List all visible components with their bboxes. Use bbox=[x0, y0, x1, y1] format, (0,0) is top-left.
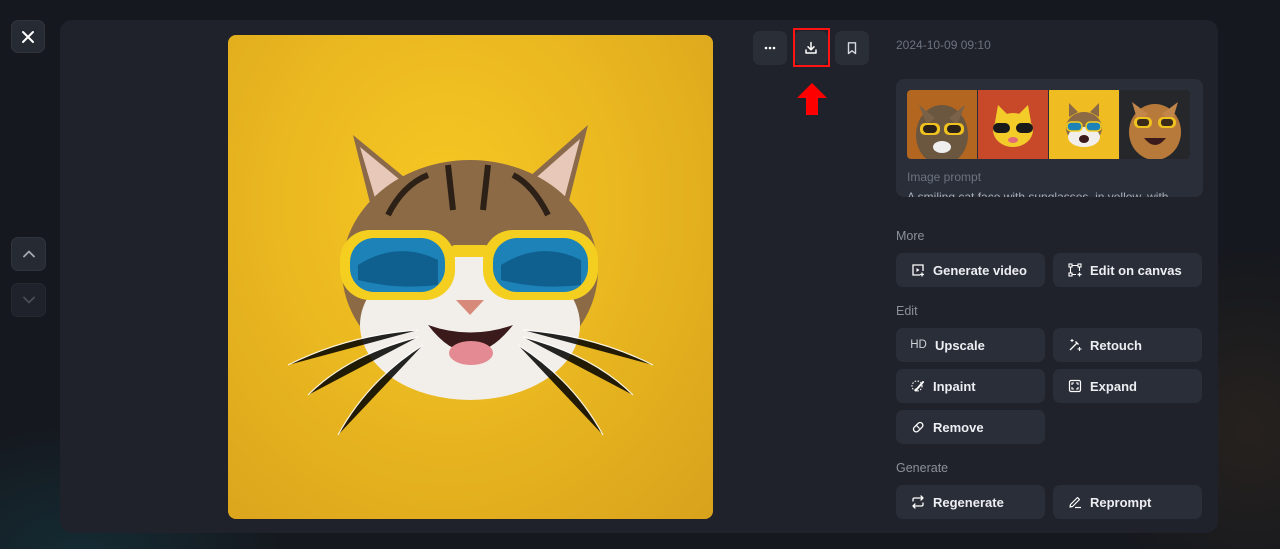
prompt-card: Image prompt A smiling cat face with sun… bbox=[896, 79, 1203, 197]
thumbnail-4[interactable] bbox=[1120, 90, 1190, 159]
generate-video-button[interactable]: Generate video bbox=[896, 253, 1045, 287]
hd-icon: HD bbox=[910, 339, 927, 351]
retouch-button[interactable]: Retouch bbox=[1053, 328, 1202, 362]
thumbnail-1[interactable] bbox=[907, 90, 977, 159]
thumbnail-image bbox=[1120, 90, 1190, 159]
chevron-up-icon bbox=[22, 250, 35, 258]
download-icon bbox=[805, 41, 817, 54]
close-icon bbox=[22, 30, 34, 43]
reprompt-label: Reprompt bbox=[1090, 494, 1152, 510]
generate-video-label: Generate video bbox=[933, 262, 1027, 278]
upscale-label: Upscale bbox=[935, 337, 985, 353]
repeat-icon bbox=[911, 495, 924, 509]
chevron-down-icon bbox=[22, 296, 35, 304]
more-options-button[interactable] bbox=[753, 31, 787, 65]
section-label-more: More bbox=[896, 229, 925, 243]
reprompt-button[interactable]: Reprompt bbox=[1053, 485, 1202, 519]
next-image-button[interactable] bbox=[11, 283, 46, 317]
prompt-text: A smiling cat face with sunglasses, in y… bbox=[907, 190, 1169, 197]
thumbnail-2[interactable] bbox=[978, 90, 1048, 159]
regenerate-label: Regenerate bbox=[933, 494, 1004, 510]
close-button[interactable] bbox=[11, 20, 45, 53]
main-image bbox=[228, 35, 713, 519]
thumbnail-image bbox=[978, 90, 1048, 159]
expand-button[interactable]: Expand bbox=[1053, 369, 1202, 403]
bookmark-button[interactable] bbox=[835, 31, 869, 65]
timestamp: 2024-10-09 09:10 bbox=[896, 38, 991, 52]
section-label-edit: Edit bbox=[896, 304, 918, 318]
retouch-label: Retouch bbox=[1090, 337, 1142, 353]
thumbnail-image bbox=[1049, 90, 1119, 159]
eraser-icon bbox=[912, 421, 924, 433]
more-horizontal-icon bbox=[764, 46, 776, 50]
edit-on-canvas-button[interactable]: Edit on canvas bbox=[1053, 253, 1202, 287]
remove-button[interactable]: Remove bbox=[896, 410, 1045, 444]
magic-wand-icon bbox=[1069, 339, 1081, 351]
thumbnail-strip bbox=[907, 90, 1190, 159]
upscale-button[interactable]: HD Upscale bbox=[896, 328, 1045, 362]
inpaint-label: Inpaint bbox=[933, 378, 976, 394]
expand-label: Expand bbox=[1090, 378, 1137, 394]
thumbnail-3[interactable] bbox=[1049, 90, 1119, 159]
pencil-icon bbox=[1068, 496, 1081, 509]
inpaint-button[interactable]: Inpaint bbox=[896, 369, 1045, 403]
expand-icon bbox=[1068, 379, 1081, 393]
bookmark-icon bbox=[847, 42, 857, 55]
red-arrow-annotation-icon bbox=[797, 83, 827, 115]
previous-image-button[interactable] bbox=[11, 237, 46, 271]
brush-lasso-icon bbox=[910, 380, 924, 392]
section-label-generate: Generate bbox=[896, 461, 949, 475]
prompt-label: Image prompt bbox=[907, 170, 982, 184]
edit-on-canvas-label: Edit on canvas bbox=[1090, 262, 1182, 278]
cat-sunglasses-image bbox=[287, 125, 654, 436]
regenerate-button[interactable]: Regenerate bbox=[896, 485, 1045, 519]
remove-label: Remove bbox=[933, 419, 984, 435]
download-button[interactable] bbox=[794, 31, 828, 65]
video-add-icon bbox=[911, 264, 924, 277]
thumbnail-image bbox=[907, 90, 977, 159]
canvas-edit-icon bbox=[1067, 263, 1082, 277]
